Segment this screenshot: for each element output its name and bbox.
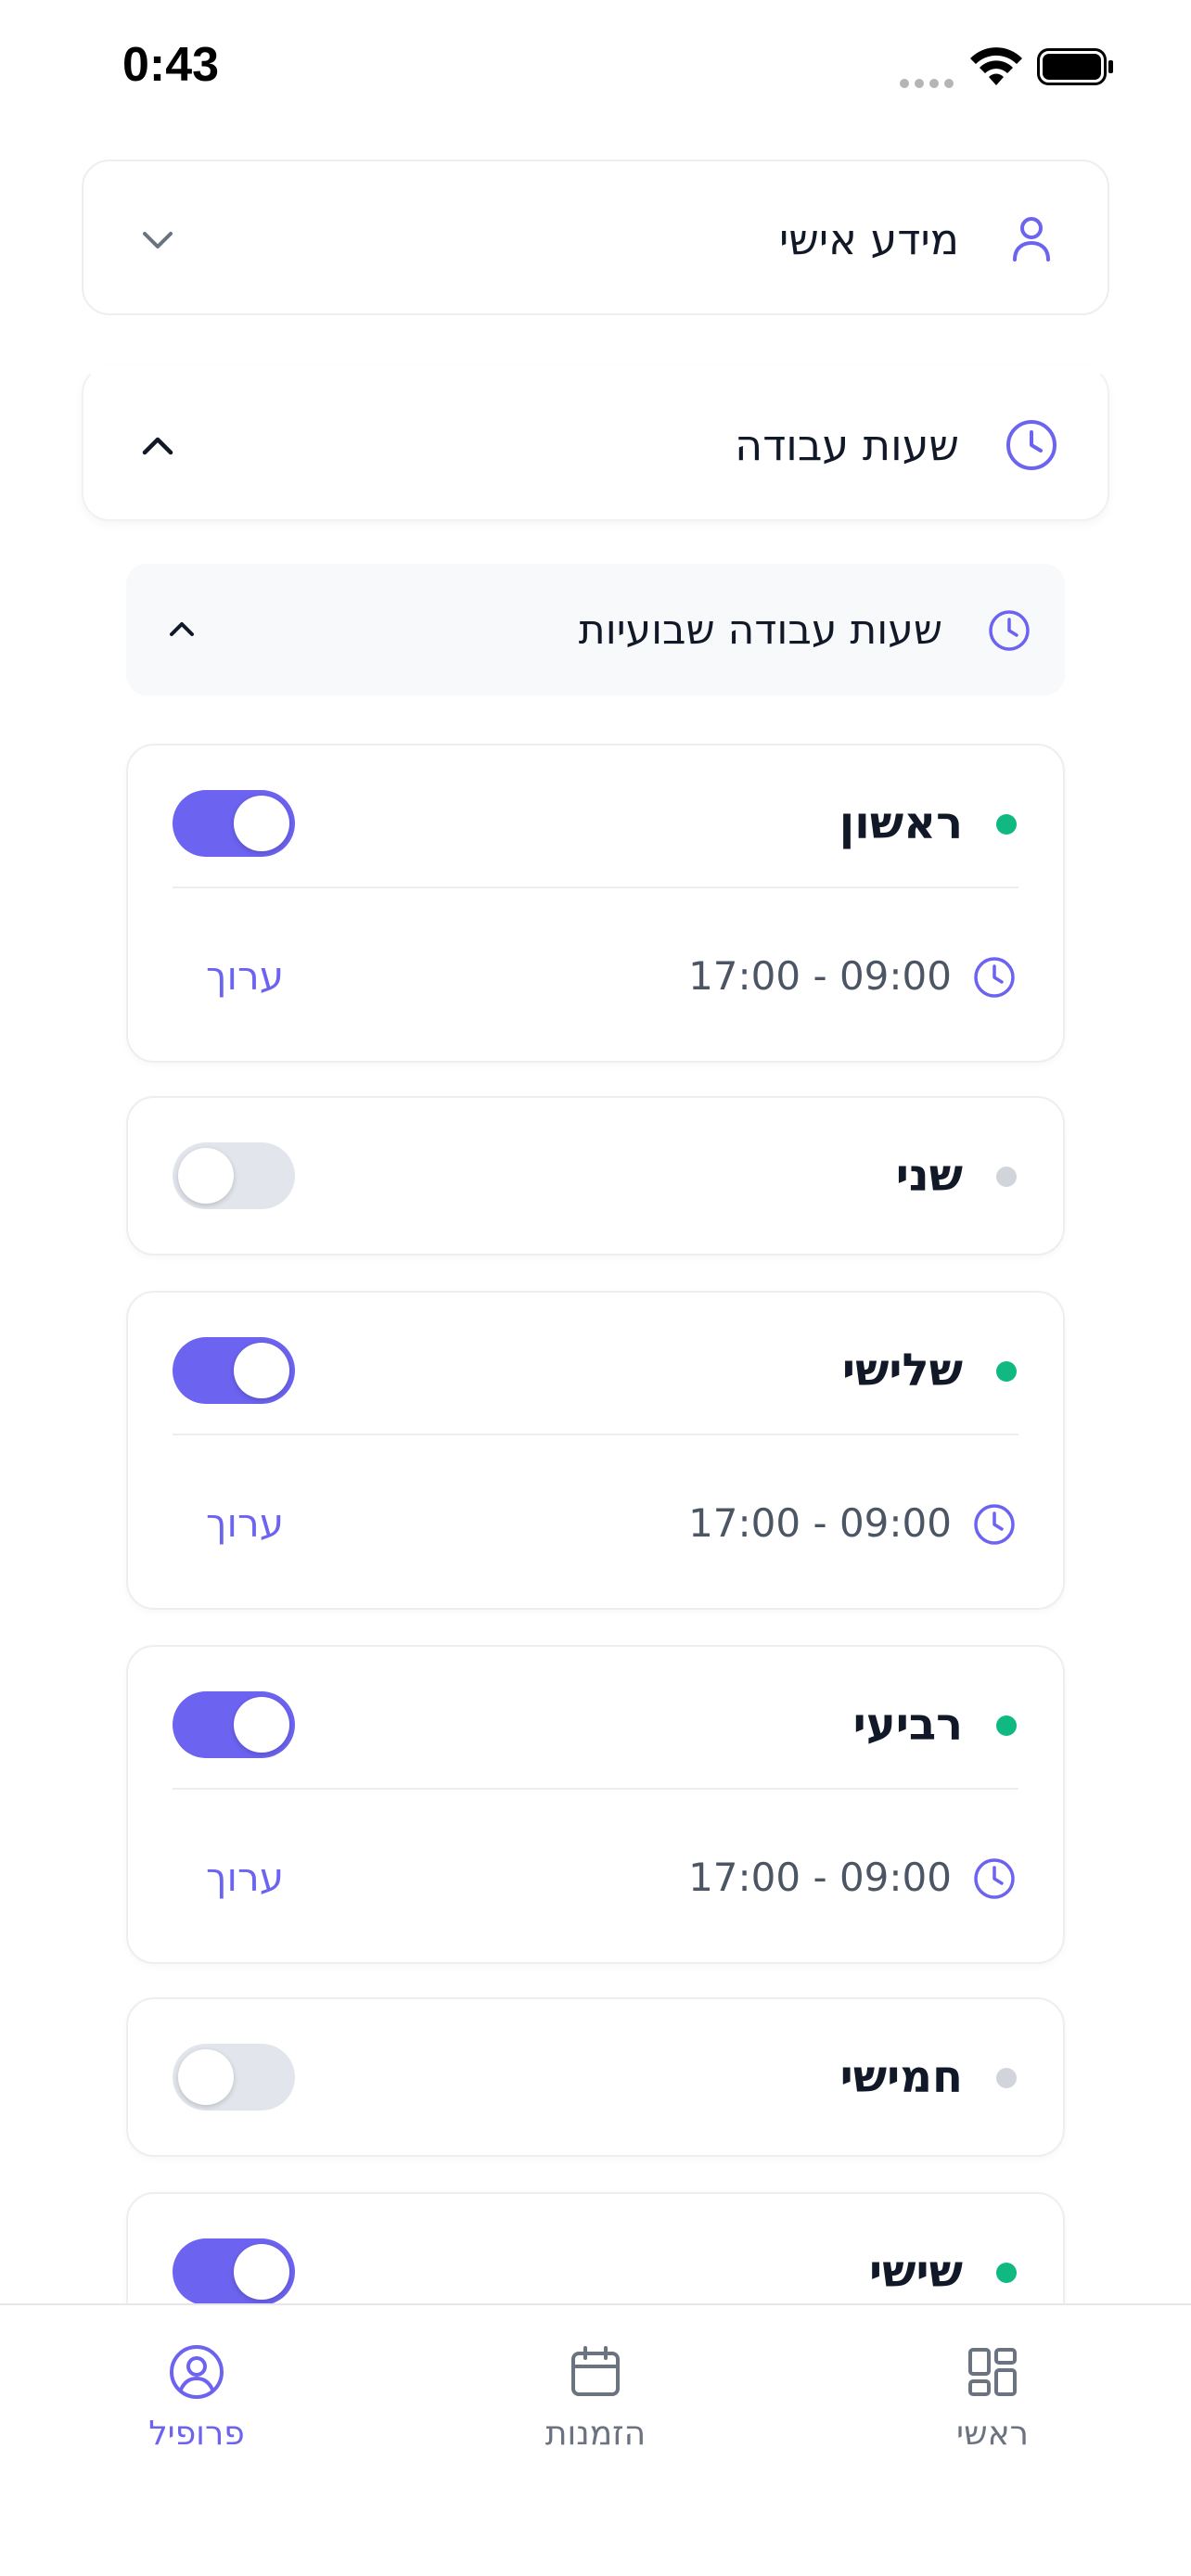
- day-card: שני: [126, 1096, 1065, 1256]
- nav-label: הזמנות: [544, 2415, 647, 2453]
- chevron-up-icon[interactable]: [135, 423, 180, 467]
- day-card: שלישי 17:00 - 09:00 ערוך: [126, 1291, 1065, 1610]
- nav-label: ראשי: [956, 2415, 1029, 2453]
- hours-range: 17:00 - 09:00: [688, 952, 952, 999]
- chevron-down-icon[interactable]: [135, 217, 180, 261]
- status-dot: [996, 1361, 1017, 1382]
- day-name: שלישי: [841, 1345, 963, 1396]
- nav-profile[interactable]: פרופיל: [76, 2342, 317, 2453]
- day-toggle[interactable]: [173, 1337, 295, 1404]
- calendar-icon: [571, 2346, 620, 2396]
- bottom-nav: פרופיל הזמנות ראשי: [0, 2303, 1191, 2576]
- clock-icon: [974, 1858, 1015, 1899]
- day-name: חמישי: [839, 2051, 963, 2103]
- clock-icon: [1006, 420, 1057, 470]
- status-dot: [996, 1715, 1017, 1736]
- clock-icon: [974, 1504, 1015, 1545]
- nav-bookings[interactable]: הזמנות: [475, 2342, 716, 2453]
- nav-home[interactable]: ראשי: [872, 2342, 1113, 2453]
- day-name: שני: [895, 1150, 963, 1202]
- day-toggle[interactable]: [173, 790, 295, 857]
- day-card: חמישי: [126, 1997, 1065, 2157]
- hours-range: 17:00 - 09:00: [688, 1499, 952, 1546]
- clock-icon: [974, 957, 1015, 998]
- work-hours-section[interactable]: שעות עבודה: [82, 365, 1109, 521]
- status-dot: [996, 814, 1017, 835]
- edit-button[interactable]: ערוך: [206, 938, 284, 1013]
- day-card: רביעי 17:00 - 09:00 ערוך: [126, 1645, 1065, 1964]
- battery-icon: [1037, 48, 1113, 85]
- divider: [173, 1434, 1018, 1435]
- status-dot: [996, 2068, 1017, 2088]
- weekly-hours-header[interactable]: שעות עבודה שבועיות: [126, 564, 1065, 695]
- personal-info-section[interactable]: מידע אישי: [82, 159, 1109, 315]
- chevron-up-icon[interactable]: [163, 610, 200, 647]
- user-icon: [1013, 217, 1050, 261]
- status-time: 0:43: [122, 38, 220, 92]
- signal-icon: [900, 74, 959, 92]
- wifi-icon: [970, 47, 1022, 85]
- status-dot: [996, 2263, 1017, 2283]
- weekly-hours-title: שעות עבודה שבועיות: [578, 606, 942, 654]
- clock-icon: [989, 610, 1030, 651]
- divider: [173, 886, 1018, 888]
- work-hours-title: שעות עבודה: [735, 420, 959, 470]
- day-name: ראשון: [839, 797, 963, 849]
- edit-button[interactable]: ערוך: [206, 1840, 284, 1914]
- day-toggle[interactable]: [173, 1691, 295, 1758]
- grid-icon: [968, 2348, 1017, 2396]
- day-toggle[interactable]: [173, 1142, 295, 1209]
- edit-button[interactable]: ערוך: [206, 1486, 284, 1560]
- day-name: רביעי: [852, 1699, 963, 1751]
- status-dot: [996, 1167, 1017, 1187]
- profile-icon: [170, 2345, 224, 2399]
- status-bar: 0:43: [0, 0, 1191, 139]
- hours-range: 17:00 - 09:00: [688, 1854, 952, 1900]
- personal-info-title: מידע אישי: [779, 214, 959, 264]
- day-card: ראשון 17:00 - 09:00 ערוך: [126, 744, 1065, 1063]
- day-toggle[interactable]: [173, 2238, 295, 2305]
- divider: [173, 1788, 1018, 1790]
- nav-label: פרופיל: [148, 2415, 245, 2453]
- day-toggle[interactable]: [173, 2044, 295, 2111]
